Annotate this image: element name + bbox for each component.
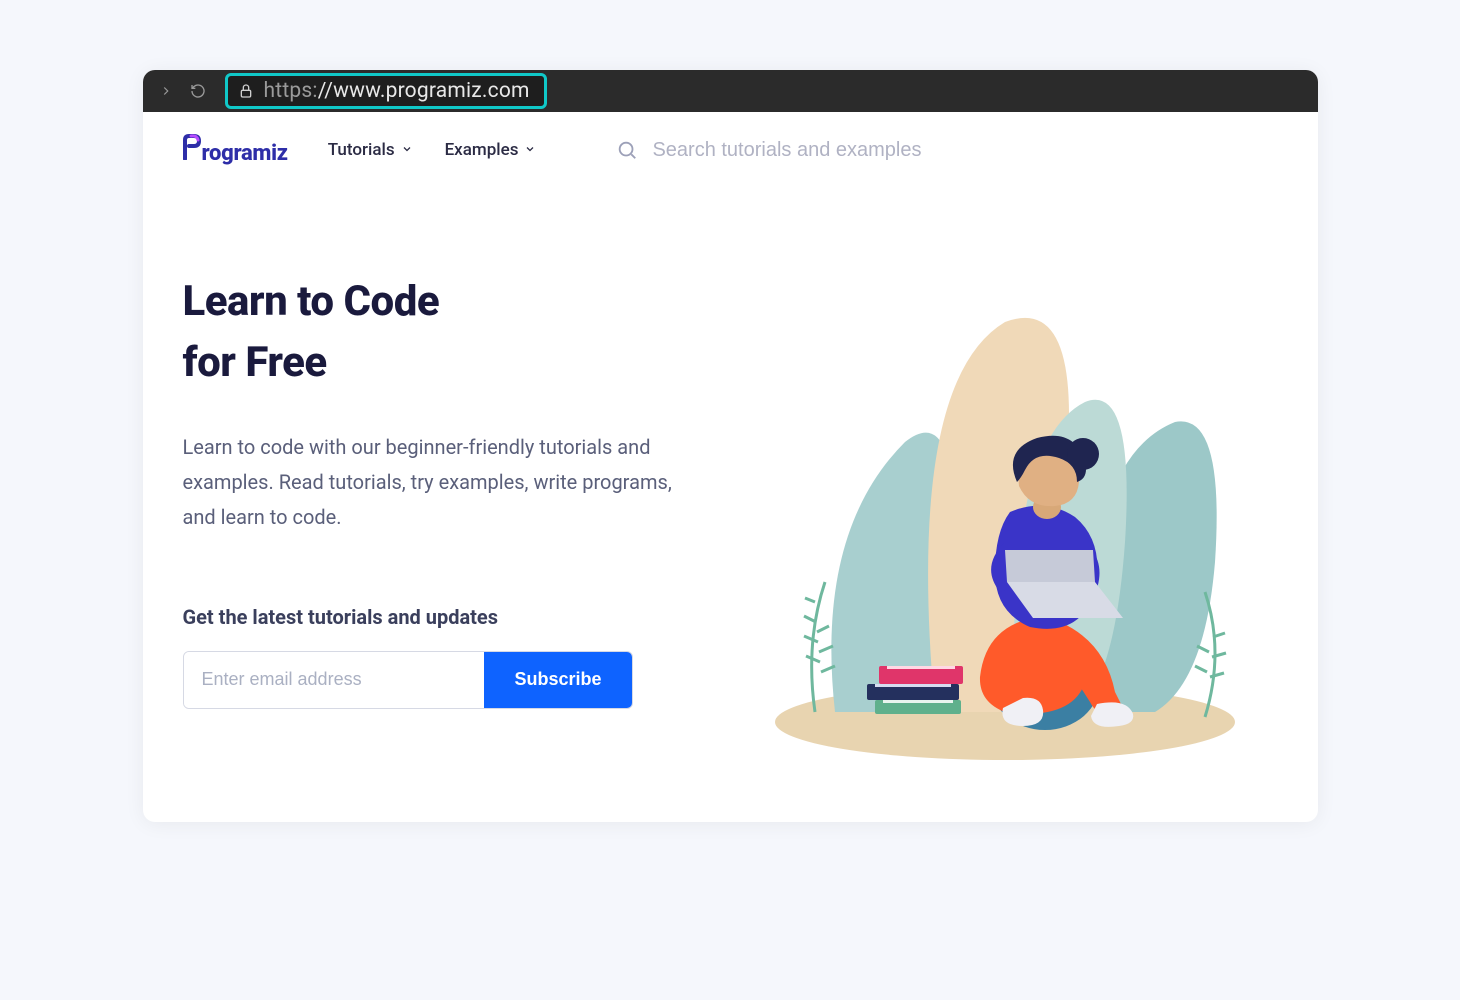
browser-toolbar: https://www.programiz.com (143, 70, 1318, 112)
hero-section: Learn to Code for Free Learn to code wit… (143, 182, 1318, 822)
chevron-down-icon (401, 140, 413, 160)
email-input[interactable] (184, 652, 485, 708)
browser-window: https://www.programiz.com rogramiz Tutor… (143, 70, 1318, 822)
hero-description: Learn to code with our beginner-friendly… (183, 430, 703, 535)
logo-text: rogramiz (202, 141, 288, 166)
nav-tutorials[interactable]: Tutorials (328, 140, 413, 160)
hero-title-line: Learn to Code (183, 277, 440, 326)
nav-item-label: Examples (445, 140, 519, 160)
logo-mark-icon (183, 134, 201, 160)
hero-copy: Learn to Code for Free Learn to code wit… (183, 272, 703, 762)
search-input[interactable] (652, 139, 1277, 162)
subscribe-button[interactable]: Subscribe (484, 652, 631, 708)
hero-title: Learn to Code for Free (183, 272, 703, 394)
hero-illustration (755, 282, 1255, 762)
site-header: rogramiz Tutorials Examples (143, 112, 1318, 182)
main-nav: Tutorials Examples (328, 140, 537, 160)
signup-heading: Get the latest tutorials and updates (183, 605, 703, 629)
address-bar[interactable]: https://www.programiz.com (225, 73, 547, 109)
signup-form: Subscribe (183, 651, 633, 709)
page-content: rogramiz Tutorials Examples (143, 112, 1318, 822)
lock-icon (238, 83, 254, 99)
nav-examples[interactable]: Examples (445, 140, 537, 160)
search-icon (616, 139, 638, 161)
hero-illustration-wrap (733, 272, 1278, 762)
url-text: https://www.programiz.com (264, 79, 530, 103)
logo[interactable]: rogramiz (183, 134, 288, 166)
forward-button[interactable] (153, 78, 179, 104)
nav-item-label: Tutorials (328, 140, 395, 160)
search (616, 139, 1277, 162)
refresh-button[interactable] (185, 78, 211, 104)
chevron-down-icon (524, 140, 536, 160)
hero-title-line: for Free (183, 338, 327, 387)
